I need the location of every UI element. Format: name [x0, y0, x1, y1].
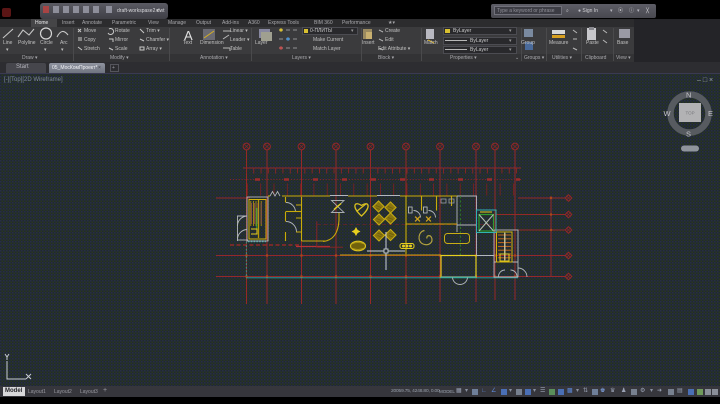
- svg-text:W: W: [664, 109, 672, 118]
- svg-text:– □ ×: – □ ×: [697, 77, 713, 84]
- svg-text:[-][Top][2D Wireframe]: [-][Top][2D Wireframe]: [4, 77, 63, 83]
- svg-text:E: E: [708, 109, 713, 118]
- svg-text:N: N: [686, 91, 691, 100]
- svg-text:TOP: TOP: [686, 111, 695, 116]
- svg-text:S: S: [686, 130, 691, 139]
